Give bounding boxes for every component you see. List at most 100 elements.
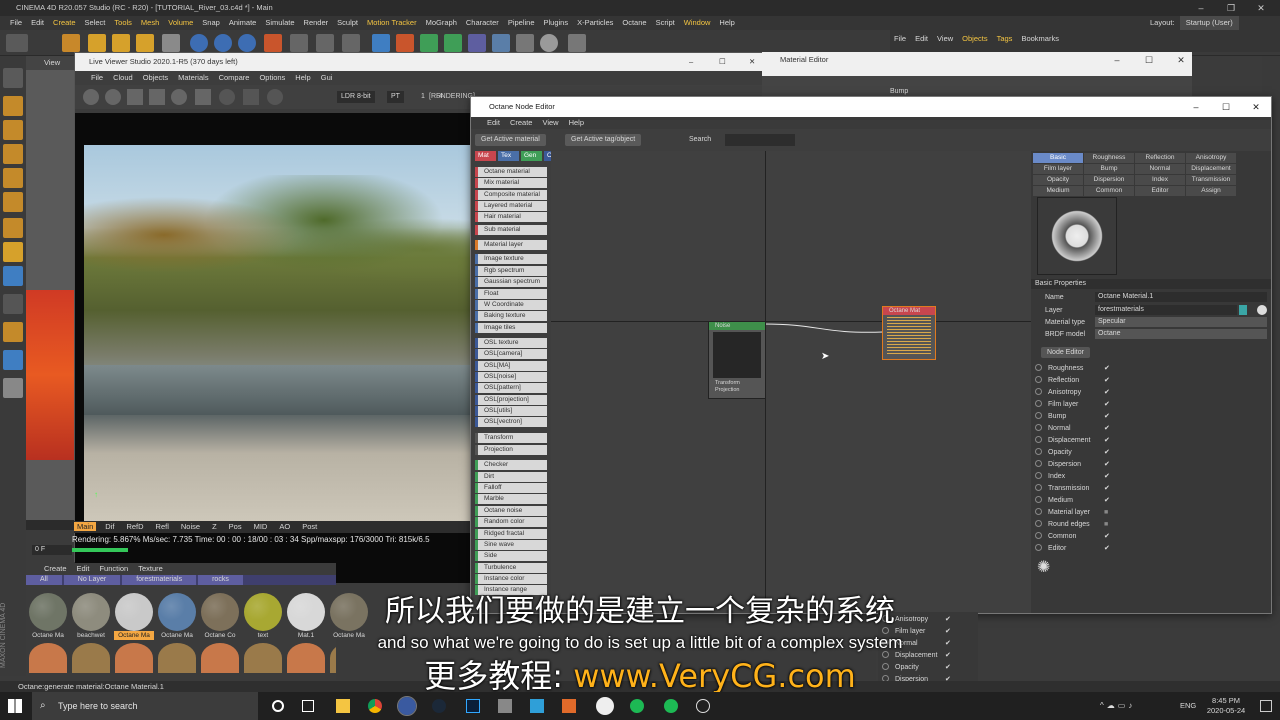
node-list-item[interactable]: OSL[noise] (475, 371, 547, 382)
node-list-item[interactable]: Ridged fractal (475, 528, 547, 539)
menu-window[interactable]: Window (684, 18, 711, 27)
render-image[interactable]: ↑ (84, 145, 484, 521)
channel-row[interactable]: Opacity ✔ (1035, 447, 1110, 458)
channel-radio-icon[interactable] (1035, 376, 1042, 383)
app-icon-6[interactable] (696, 699, 710, 713)
node-list-item[interactable]: OSL[projection] (475, 394, 547, 405)
prop-tab-opacity[interactable]: Opacity (1033, 175, 1083, 185)
node-list-item[interactable]: Rgb spectrum (475, 265, 547, 276)
menu-animate[interactable]: Animate (229, 18, 257, 27)
channel-radio-icon[interactable] (1035, 424, 1042, 431)
checkmark-icon[interactable]: ✔ (1104, 461, 1110, 468)
points-mode-icon[interactable] (3, 144, 23, 164)
channel-row[interactable]: Film layer ✔ (1035, 399, 1110, 410)
prop-tab-displacement[interactable]: Displacement (1186, 164, 1236, 174)
mm-tab-rocks[interactable]: rocks (198, 575, 243, 585)
channel-radio-icon[interactable] (1035, 400, 1042, 407)
array-icon[interactable] (444, 34, 462, 52)
scene-icon[interactable] (492, 34, 510, 52)
menu-help[interactable]: Help (719, 18, 734, 27)
channel-row[interactable]: Round edges ■ (1035, 519, 1108, 530)
lv-menu-file[interactable]: File (91, 73, 103, 82)
refresh-icon[interactable] (105, 89, 121, 105)
value-field-1[interactable]: 1 (417, 91, 429, 103)
node-list-item[interactable]: Sine wave (475, 539, 547, 550)
edges-mode-icon[interactable] (3, 168, 23, 188)
app-icon-3[interactable] (562, 699, 576, 713)
checkmark-icon[interactable]: ✔ (1104, 485, 1110, 492)
node-list-item[interactable]: Octane material (475, 167, 547, 177)
grid-icon[interactable] (3, 350, 23, 370)
checkmark-icon[interactable]: ✔ (1104, 545, 1110, 552)
lv-menu-options[interactable]: Options (259, 73, 285, 82)
channel-radio-icon[interactable] (1035, 364, 1042, 371)
workplane-icon[interactable] (3, 120, 23, 140)
node-list-item[interactable]: Gaussian spectrum (475, 277, 547, 288)
app-icon-4[interactable] (596, 697, 614, 715)
pen-icon[interactable] (396, 34, 414, 52)
y-axis-icon[interactable] (214, 34, 232, 52)
channel-radio-icon[interactable] (1035, 520, 1042, 527)
pass-refd[interactable]: RefD (123, 522, 146, 531)
ne-menu-help[interactable]: Help (569, 118, 584, 127)
node-list-item[interactable]: Dirt (475, 471, 547, 482)
move-icon[interactable] (88, 34, 106, 52)
taskbar-search-box[interactable]: ⌕ Type here to search (32, 692, 258, 720)
mm-tab-forestmaterials[interactable]: forestmaterials (122, 575, 197, 585)
axis-mode-icon[interactable] (3, 218, 23, 238)
checkmark-icon[interactable]: ✔ (1104, 473, 1110, 480)
lv-menu-materials[interactable]: Materials (178, 73, 208, 82)
noise-node[interactable]: Noise Transform Projection (708, 321, 766, 399)
tray-icons[interactable]: ^☁▭♪ (1100, 701, 1160, 711)
minimize-button[interactable]: – (1186, 0, 1216, 16)
menu-octane[interactable]: Octane (622, 18, 646, 27)
channel-radio-icon[interactable] (1035, 436, 1042, 443)
app-icon-2[interactable] (530, 699, 544, 713)
checkmark-icon[interactable]: ✔ (1104, 413, 1110, 420)
menu-tools[interactable]: Tools (114, 18, 132, 27)
channel-row[interactable]: Displacement ✔ (1035, 435, 1110, 446)
node-list-item[interactable]: Float (475, 288, 547, 299)
category-gen[interactable]: Gen (521, 151, 542, 161)
node-list-item[interactable]: OSL[vectron] (475, 417, 547, 428)
om-menu-edit[interactable]: Edit (915, 34, 928, 43)
subdivision-icon[interactable] (420, 34, 438, 52)
ne-menu-edit[interactable]: Edit (487, 118, 500, 127)
mm-tab-all[interactable]: All (26, 575, 62, 585)
mm-tab-no-layer[interactable]: No Layer (63, 575, 121, 585)
channel-row[interactable]: Medium ✔ (1035, 495, 1110, 506)
me-close-button[interactable]: ✕ (1166, 52, 1196, 68)
checkmark-icon[interactable]: ✔ (1104, 533, 1110, 540)
me-minimize-button[interactable]: – (1102, 52, 1132, 68)
me-maximize-button[interactable]: ☐ (1134, 52, 1164, 68)
channel-row[interactable]: Editor ✔ (1035, 543, 1110, 554)
app-icon-5[interactable] (664, 699, 678, 713)
checkmark-icon[interactable]: ✔ (1104, 377, 1110, 384)
layout-selector[interactable]: Layout: Startup (User) (1150, 16, 1280, 30)
channel-row[interactable]: Dispersion ✔ (1035, 459, 1110, 470)
channel-row[interactable]: Normal ✔ (1035, 423, 1110, 434)
node-list-item[interactable]: Composite material (475, 189, 547, 200)
node-editor-button[interactable]: Node Editor (1041, 347, 1090, 358)
channel-radio-icon[interactable] (1035, 412, 1042, 419)
pass-post[interactable]: Post (299, 522, 320, 531)
node-list-item[interactable]: Image texture (475, 254, 547, 265)
prop-tab-film-layer[interactable]: Film layer (1033, 164, 1083, 174)
menu-snap[interactable]: Snap (202, 18, 220, 27)
ldr-select[interactable]: LDR 8-bit (337, 91, 375, 103)
lv-maximize-button[interactable]: ☐ (719, 53, 726, 71)
node-list-item[interactable]: Mix material (475, 178, 547, 189)
menu-volume[interactable]: Volume (168, 18, 193, 27)
channel-radio-icon[interactable] (1035, 388, 1042, 395)
mm-menu-create[interactable]: Create (44, 564, 67, 573)
pass-ao[interactable]: AO (276, 522, 293, 531)
lv-menu-compare[interactable]: Compare (219, 73, 250, 82)
lv-menu-cloud[interactable]: Cloud (113, 73, 133, 82)
channel-row[interactable]: Material layer ■ (1035, 507, 1108, 518)
node-list-item[interactable]: Random color (475, 517, 547, 528)
settings-gear-icon[interactable] (83, 89, 99, 105)
mm-menu-function[interactable]: Function (99, 564, 128, 573)
node-list-item[interactable]: Baking texture (475, 311, 547, 322)
prop-tab-reflection[interactable]: Reflection (1135, 153, 1185, 163)
pass-noise[interactable]: Noise (178, 522, 203, 531)
